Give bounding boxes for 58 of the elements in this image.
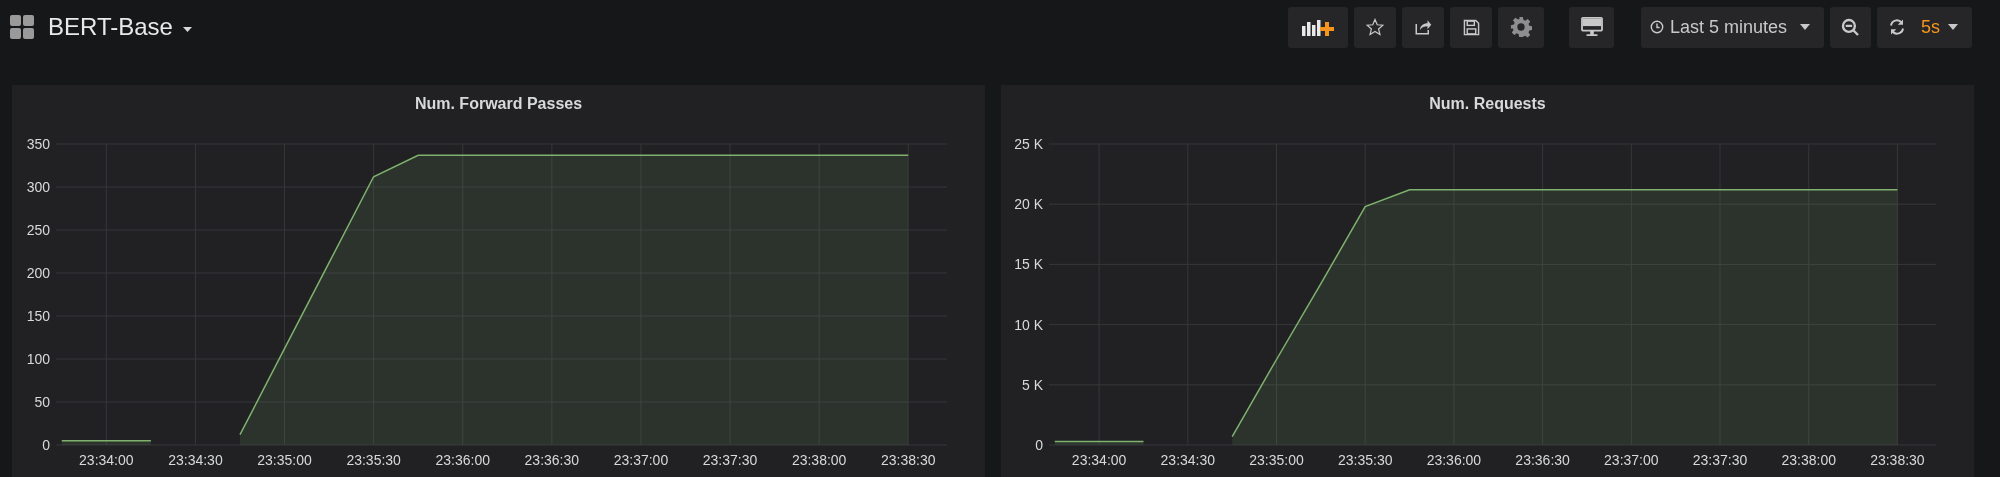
x-axis-label: 23:35:30: [1337, 452, 1393, 468]
save-icon: [1462, 18, 1480, 36]
x-axis-label: 23:37:30: [1692, 452, 1748, 468]
y-axis-label: 0: [1035, 437, 1043, 453]
x-axis-label: 23:37:30: [702, 452, 758, 468]
y-axis-label: 10 K: [1014, 316, 1043, 333]
settings-button[interactable]: [1498, 6, 1544, 48]
panel-title: Num. Requests: [1429, 94, 1546, 114]
x-axis-label: 23:35:00: [257, 452, 312, 468]
zoom-out-icon: [1841, 17, 1860, 37]
x-axis-label: 23:34:30: [168, 452, 223, 468]
x-axis-label: 23:36:30: [524, 452, 580, 468]
y-axis-label: 5 K: [1022, 376, 1043, 393]
settings-icon: [1510, 16, 1532, 38]
tv-mode-button[interactable]: [1569, 6, 1614, 48]
y-axis-label: 15 K: [1014, 256, 1043, 273]
caret-icon: [1948, 24, 1958, 30]
x-axis-label: 23:38:30: [1870, 452, 1925, 468]
x-axis-label: 23:36:30: [1515, 452, 1570, 468]
x-axis-label: 23:34:00: [1071, 452, 1127, 468]
refresh-icon: [1888, 18, 1906, 36]
x-axis-label: 23:37:00: [1604, 452, 1659, 468]
caret-icon: [182, 26, 192, 32]
x-axis-label: 23:34:00: [79, 452, 134, 468]
x-axis-label: 23:38:00: [1781, 452, 1836, 468]
share-icon: [1414, 18, 1432, 36]
star-button[interactable]: [1354, 6, 1396, 48]
y-axis-label: 200: [26, 265, 50, 281]
bar-chart-plus-icon: [1302, 18, 1334, 36]
caret-icon: [1800, 24, 1810, 30]
x-axis-label: 23:34:30: [1160, 452, 1216, 468]
zoom-out-button[interactable]: [1830, 6, 1871, 48]
x-axis-label: 23:38:30: [881, 452, 936, 468]
y-axis-label: 150: [26, 308, 50, 324]
y-axis-label: 100: [26, 351, 50, 367]
panel-title: Num. Forward Passes: [414, 94, 583, 114]
save-button[interactable]: [1450, 6, 1492, 48]
dashboard-title[interactable]: BERT-Base: [48, 9, 173, 45]
share-button[interactable]: [1402, 6, 1444, 48]
y-axis-label: 300: [26, 179, 50, 195]
clock-icon: [1650, 20, 1664, 34]
monitor-icon: [1580, 17, 1603, 37]
y-axis-label: 25 K: [1014, 136, 1043, 152]
y-axis-label: 50: [34, 394, 50, 410]
x-axis-label: 23:36:00: [435, 452, 490, 468]
time-range-picker[interactable]: Last 5 minutes: [1641, 6, 1824, 48]
y-axis-label: 250: [26, 222, 50, 238]
y-axis-label: 20 K: [1014, 196, 1043, 213]
star-icon: [1366, 18, 1384, 36]
y-axis-label: 0: [42, 437, 50, 453]
y-axis-label: 350: [26, 136, 50, 152]
x-axis-label: 23:36:00: [1426, 452, 1482, 468]
x-axis-label: 23:38:00: [791, 452, 847, 468]
x-axis-label: 23:37:00: [613, 452, 669, 468]
add-panel-button[interactable]: [1288, 6, 1348, 48]
x-axis-label: 23:35:30: [346, 452, 401, 468]
x-axis-label: 23:35:00: [1249, 452, 1304, 468]
dashboard-grid-icon: [10, 15, 34, 39]
